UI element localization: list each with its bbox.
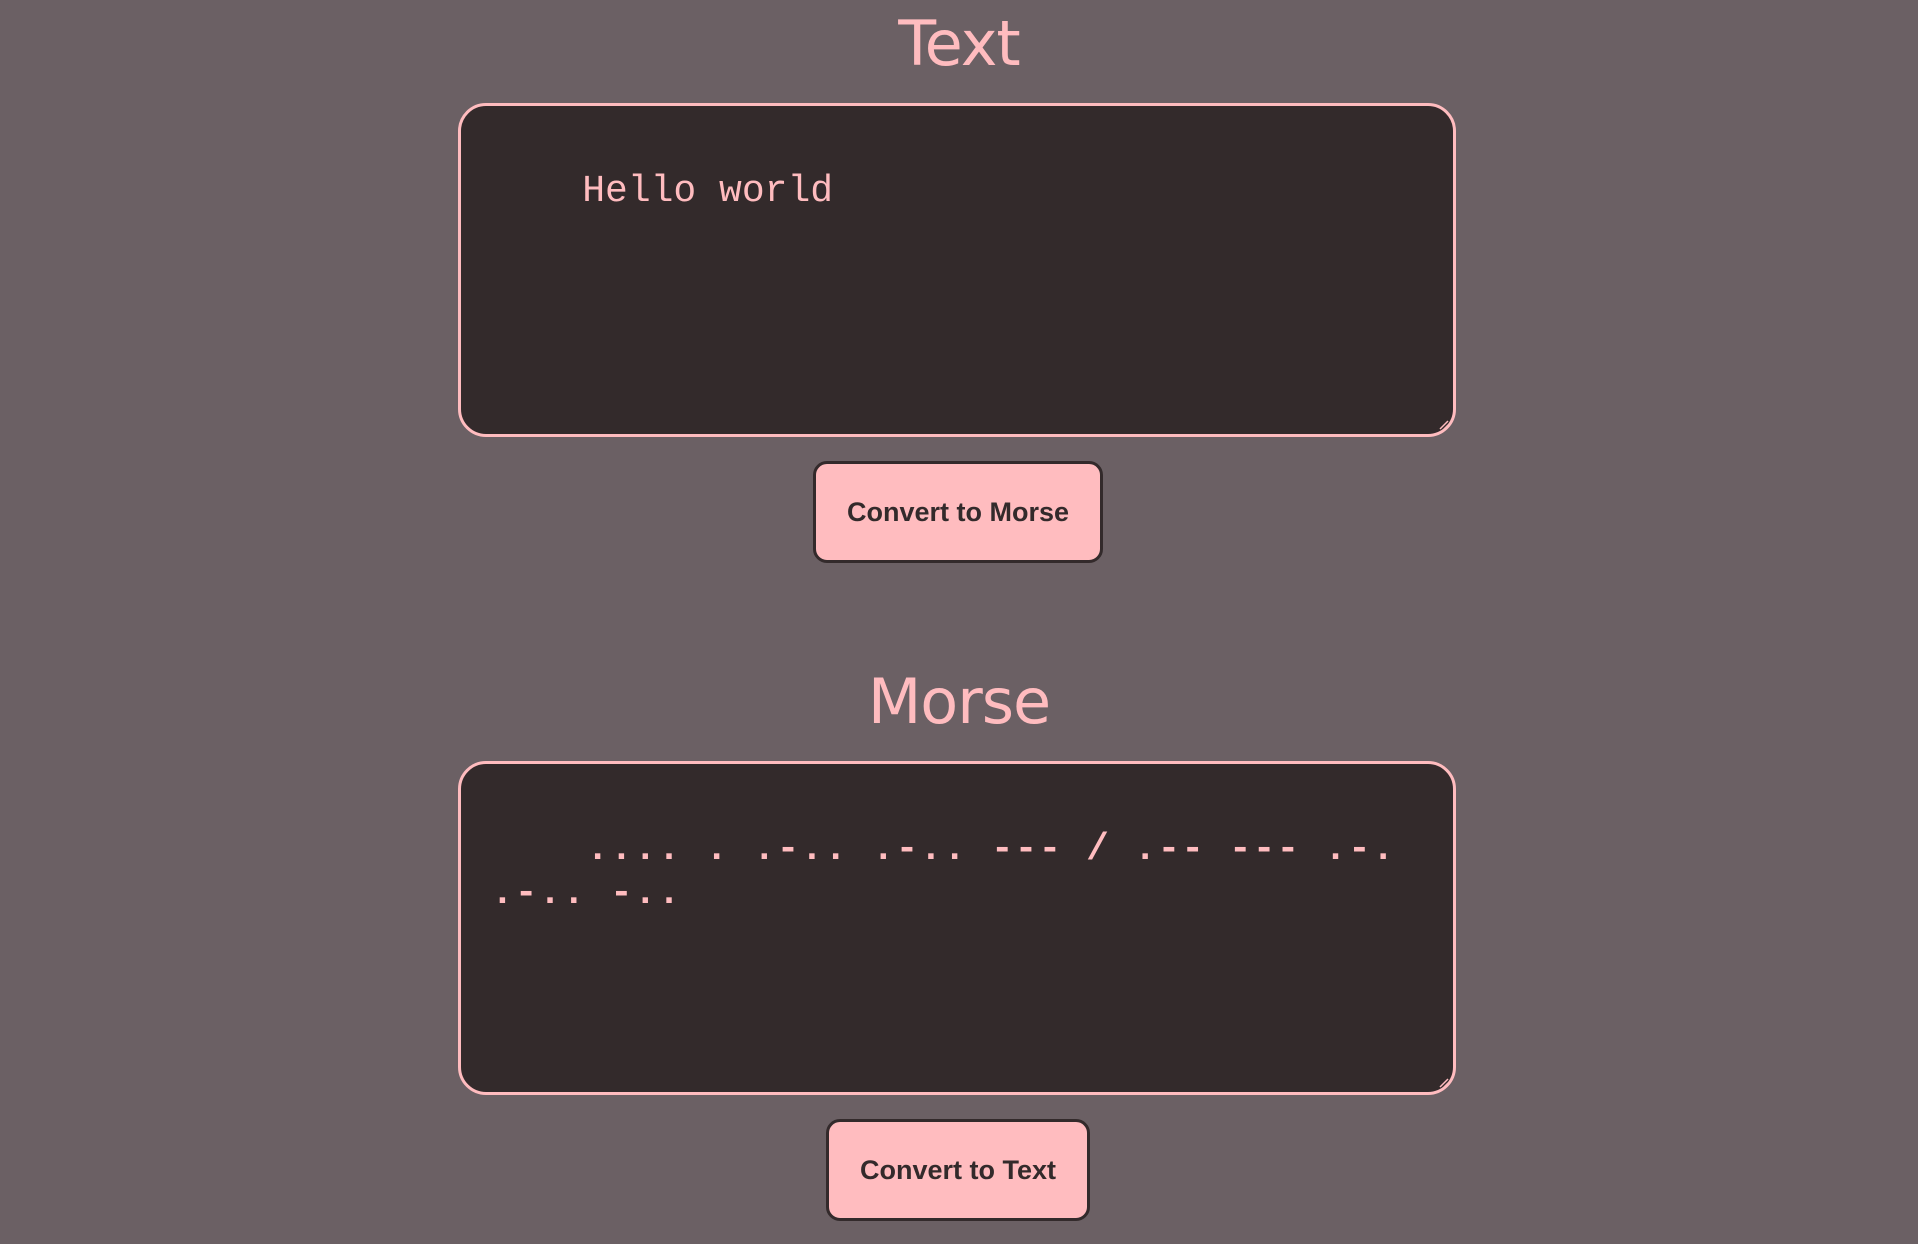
text-input-area[interactable]: Hello world bbox=[458, 103, 1456, 437]
convert-to-morse-label: Convert to Morse bbox=[846, 496, 1070, 527]
resize-grip-icon[interactable] bbox=[1437, 418, 1449, 430]
morse-input-area[interactable]: .... . .-.. .-.. --- / .-- --- .-. .-.. … bbox=[458, 761, 1456, 1095]
resize-grip-icon[interactable] bbox=[1437, 1076, 1449, 1088]
convert-to-morse-button[interactable]: Convert to Morse bbox=[813, 461, 1103, 563]
convert-to-text-label: Convert to Text bbox=[859, 1154, 1056, 1185]
morse-heading: Morse bbox=[867, 665, 1051, 738]
morse-input-value: .... . .-.. .-.. --- / .-- --- .-. .-.. … bbox=[491, 828, 1420, 915]
text-input-value: Hello world bbox=[582, 170, 834, 213]
convert-to-text-button[interactable]: Convert to Text bbox=[826, 1119, 1090, 1221]
morse-converter-page: Text Hello world Convert to Morse Morse … bbox=[0, 0, 1918, 1244]
text-heading: Text bbox=[898, 7, 1020, 80]
